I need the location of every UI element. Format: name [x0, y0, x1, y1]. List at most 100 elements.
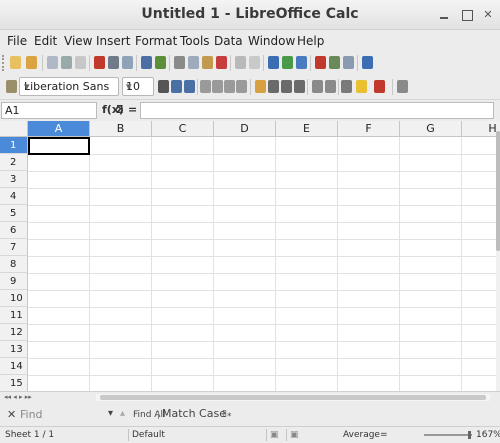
toolbar-options-icon[interactable] — [397, 80, 408, 93]
align-center-icon[interactable] — [212, 80, 223, 93]
paste-icon[interactable] — [202, 56, 213, 69]
spreadsheet-grid[interactable]: A B C D E F G H 1 2 3 4 5 6 7 8 9 10 11 … — [0, 121, 496, 391]
menu-data[interactable]: Data — [214, 34, 243, 48]
insert-chart-icon[interactable] — [315, 56, 326, 69]
sum-icon[interactable]: Σ — [116, 103, 124, 116]
email-icon[interactable] — [61, 56, 72, 69]
font-name-box[interactable]: Liberation Sans ▾ — [19, 77, 119, 96]
column-header-h[interactable]: H — [462, 121, 496, 137]
row-header-10[interactable]: 10 — [0, 290, 28, 307]
menu-view[interactable]: View — [64, 34, 92, 48]
row-header-4[interactable]: 4 — [0, 188, 28, 205]
find-previous-icon[interactable]: ▴ — [120, 408, 125, 419]
open-folder-icon[interactable] — [26, 56, 37, 69]
clone-formatting-icon[interactable] — [216, 56, 227, 69]
hyperlink-icon[interactable] — [268, 56, 279, 69]
add-decimal-icon[interactable] — [294, 80, 305, 93]
menu-file[interactable]: File — [7, 34, 27, 48]
row-header-9[interactable]: 9 — [0, 273, 28, 290]
toolbar-handle[interactable] — [2, 55, 6, 71]
spelling-icon[interactable] — [141, 56, 152, 69]
chevron-down-icon[interactable]: ▾ — [108, 408, 113, 419]
column-header-d[interactable]: D — [214, 121, 276, 137]
vertical-scrollbar[interactable] — [496, 121, 500, 391]
column-header-b[interactable]: B — [90, 121, 152, 137]
borders-icon[interactable] — [341, 80, 352, 93]
increase-indent-icon[interactable] — [312, 80, 323, 93]
copy-icon[interactable] — [188, 56, 199, 69]
help-icon[interactable] — [362, 56, 373, 69]
align-right-icon[interactable] — [224, 80, 235, 93]
undo-icon[interactable] — [235, 56, 246, 69]
export-pdf-icon[interactable] — [94, 56, 105, 69]
row-header-3[interactable]: 3 — [0, 171, 28, 188]
sort-ascending-icon[interactable] — [282, 56, 293, 69]
background-color-icon[interactable] — [356, 80, 367, 93]
scrollbar-thumb[interactable] — [496, 131, 500, 251]
menu-format[interactable]: Format — [135, 34, 177, 48]
align-left-icon[interactable] — [200, 80, 211, 93]
row-header-7[interactable]: 7 — [0, 239, 28, 256]
show-draw-functions-icon[interactable] — [343, 56, 354, 69]
row-header-13[interactable]: 13 — [0, 341, 28, 358]
font-color-icon[interactable] — [374, 80, 385, 93]
percent-format-icon[interactable] — [268, 80, 279, 93]
menu-edit[interactable]: Edit — [34, 34, 57, 48]
page-style[interactable]: Default — [132, 430, 165, 440]
new-document-icon[interactable] — [10, 56, 21, 69]
redo-icon[interactable] — [249, 56, 260, 69]
minimize-icon[interactable] — [438, 9, 450, 21]
sort-descending-icon[interactable] — [296, 56, 307, 69]
sheet-nav-icon[interactable]: ◂◂ ◂ ▸ ▸▸ — [4, 393, 32, 401]
bold-icon[interactable] — [158, 80, 169, 93]
menu-help[interactable]: Help — [297, 34, 324, 48]
zoom-level[interactable]: 167% — [476, 430, 500, 440]
column-header-g[interactable]: G — [400, 121, 462, 137]
row-header-2[interactable]: 2 — [0, 154, 28, 171]
underline-icon[interactable] — [184, 80, 195, 93]
column-header-a[interactable]: A — [28, 121, 90, 137]
row-header-11[interactable]: 11 — [0, 307, 28, 324]
row-header-14[interactable]: 14 — [0, 358, 28, 375]
row-header-6[interactable]: 6 — [0, 222, 28, 239]
zoom-slider-knob[interactable] — [468, 431, 471, 439]
row-header-1[interactable]: 1 — [0, 137, 28, 154]
select-all-corner[interactable] — [0, 121, 28, 137]
print-preview-icon[interactable] — [122, 56, 133, 69]
justify-icon[interactable] — [236, 80, 247, 93]
close-icon[interactable]: ✕ — [482, 9, 494, 21]
save-icon[interactable] — [47, 56, 58, 69]
horizontal-scrollbar[interactable] — [96, 394, 490, 401]
cut-icon[interactable] — [174, 56, 185, 69]
find-input[interactable]: Find — [18, 406, 104, 423]
edit-file-icon[interactable] — [75, 56, 86, 69]
row-header-8[interactable]: 8 — [0, 256, 28, 273]
styles-icon[interactable] — [6, 80, 17, 93]
close-find-icon[interactable]: ✕ — [7, 408, 16, 421]
autospell-icon[interactable] — [155, 56, 166, 69]
italic-icon[interactable] — [171, 80, 182, 93]
active-cell-a1[interactable] — [28, 137, 90, 155]
match-case-checkbox[interactable]: Match Case — [158, 407, 226, 420]
menu-window[interactable]: Window — [248, 34, 295, 48]
function-icon[interactable]: = — [128, 103, 137, 116]
column-header-e[interactable]: E — [276, 121, 338, 137]
decrease-indent-icon[interactable] — [325, 80, 336, 93]
zoom-slider[interactable] — [424, 434, 472, 436]
currency-format-icon[interactable] — [255, 80, 266, 93]
row-header-15[interactable]: 15 — [0, 375, 28, 391]
font-size-box[interactable]: 10 ▾ — [122, 77, 154, 96]
menu-insert[interactable]: Insert — [96, 34, 130, 48]
formula-input[interactable] — [140, 102, 494, 119]
name-box[interactable]: A1 — [1, 102, 97, 119]
row-header-5[interactable]: 5 — [0, 205, 28, 222]
find-options-icon[interactable]: ▯⁎ — [222, 409, 231, 419]
maximize-icon[interactable] — [461, 9, 473, 21]
scrollbar-thumb[interactable] — [100, 395, 486, 400]
number-format-icon[interactable] — [281, 80, 292, 93]
column-header-c[interactable]: C — [152, 121, 214, 137]
column-header-f[interactable]: F — [338, 121, 400, 137]
pivot-table-icon[interactable] — [329, 56, 340, 69]
row-header-12[interactable]: 12 — [0, 324, 28, 341]
print-icon[interactable] — [108, 56, 119, 69]
